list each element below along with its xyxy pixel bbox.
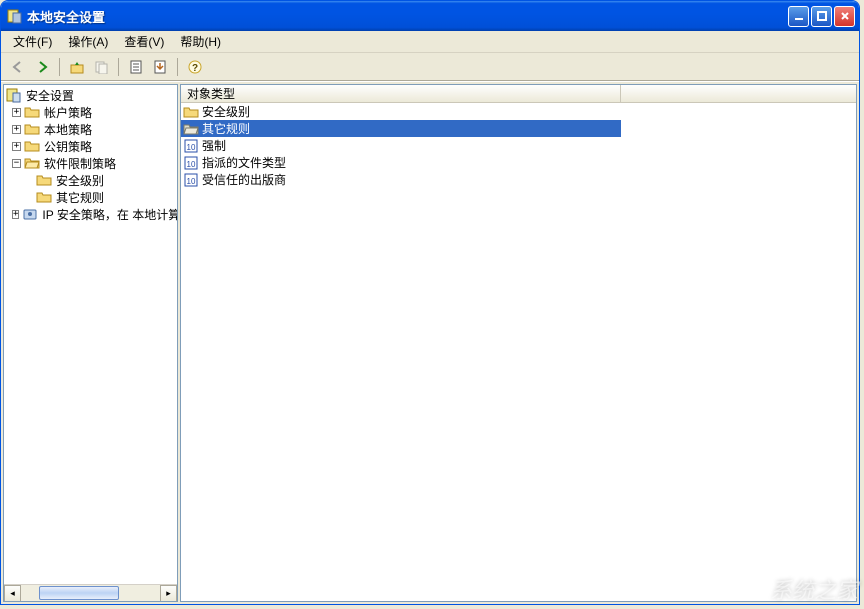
svg-text:10: 10	[187, 177, 196, 186]
folder-icon	[183, 104, 199, 120]
list-item-label: 安全级别	[202, 103, 250, 120]
separator	[118, 58, 119, 76]
scroll-track[interactable]	[21, 585, 160, 601]
menu-bar: 文件(F) 操作(A) 查看(V) 帮助(H)	[1, 31, 859, 53]
separator	[177, 58, 178, 76]
list-item-enforcement[interactable]: 10 强制	[181, 137, 856, 154]
up-button[interactable]	[66, 56, 88, 78]
export-button[interactable]	[149, 56, 171, 78]
separator	[59, 58, 60, 76]
svg-text:10: 10	[187, 160, 196, 169]
copy-button[interactable]	[90, 56, 112, 78]
scroll-right-button[interactable]: ▸	[160, 585, 177, 602]
tree-root[interactable]: 安全设置	[6, 87, 177, 103]
tree-item-label: 安全级别	[54, 172, 106, 189]
tree-panel: 安全设置 + 帐户策略 + 本地策略 + 公钥策略	[3, 84, 178, 602]
menu-action[interactable]: 操作(A)	[62, 31, 114, 52]
list-item-label: 受信任的出版商	[202, 171, 286, 188]
tree-item-label: 帐户策略	[42, 104, 94, 121]
tree-root-label: 安全设置	[24, 87, 76, 104]
tree-item-account-policies[interactable]: + 帐户策略	[6, 104, 177, 120]
forward-button[interactable]	[31, 56, 53, 78]
window-title: 本地安全设置	[27, 7, 788, 26]
list-body[interactable]: 安全级别 其它规则 10 强制 10 指派的文件类型 10 受信任的出版商	[181, 103, 856, 601]
app-icon	[7, 8, 23, 24]
help-button[interactable]: ?	[184, 56, 206, 78]
security-settings-icon	[6, 87, 22, 103]
expand-icon[interactable]: +	[12, 108, 21, 117]
folder-open-icon	[24, 155, 40, 171]
tree-item-label: 软件限制策略	[42, 155, 118, 172]
folder-open-icon	[183, 121, 199, 137]
tree-item-additional-rules[interactable]: 其它规则	[6, 189, 177, 205]
list-item-label: 其它规则	[202, 120, 250, 137]
folder-icon	[24, 121, 40, 137]
minimize-button[interactable]	[788, 6, 809, 27]
tree-item-local-policies[interactable]: + 本地策略	[6, 121, 177, 137]
expand-icon[interactable]: +	[12, 125, 21, 134]
tree-item-label: 本地策略	[42, 121, 94, 138]
tree-item-public-key-policies[interactable]: + 公钥策略	[6, 138, 177, 154]
horizontal-scrollbar[interactable]: ◂ ▸	[4, 584, 177, 601]
maximize-button[interactable]	[811, 6, 832, 27]
tree-item-label: 公钥策略	[42, 138, 94, 155]
tree-item-ip-security[interactable]: + IP 安全策略，在 本地计算机	[6, 206, 177, 222]
collapse-icon[interactable]: −	[12, 159, 21, 168]
expand-icon[interactable]: +	[12, 142, 21, 151]
list-panel: 对象类型 安全级别 其它规则 10 强制 10 指派的文件类型	[180, 84, 857, 602]
policy-icon: 10	[183, 172, 199, 188]
tree-item-label: IP 安全策略，在 本地计算机	[40, 206, 177, 223]
folder-icon	[24, 104, 40, 120]
column-header-object-type[interactable]: 对象类型	[181, 85, 621, 102]
policy-icon: 10	[183, 155, 199, 171]
folder-icon	[36, 172, 52, 188]
tree-item-security-levels[interactable]: 安全级别	[6, 172, 177, 188]
folder-icon	[36, 189, 52, 205]
tree-item-label: 其它规则	[54, 189, 106, 206]
tree-item-software-restriction[interactable]: − 软件限制策略	[6, 155, 177, 171]
properties-button[interactable]	[125, 56, 147, 78]
back-button[interactable]	[7, 56, 29, 78]
menu-file[interactable]: 文件(F)	[7, 31, 58, 52]
folder-icon	[24, 138, 40, 154]
expand-icon[interactable]: +	[12, 210, 19, 219]
svg-text:?: ?	[192, 63, 198, 74]
close-button[interactable]	[834, 6, 855, 27]
scroll-thumb[interactable]	[39, 586, 119, 600]
list-item-additional-rules[interactable]: 其它规则	[181, 120, 621, 137]
svg-text:10: 10	[187, 143, 196, 152]
list-header: 对象类型	[181, 85, 856, 103]
list-item-trusted-publishers[interactable]: 10 受信任的出版商	[181, 171, 856, 188]
tree-view[interactable]: 安全设置 + 帐户策略 + 本地策略 + 公钥策略	[4, 85, 177, 584]
menu-view[interactable]: 查看(V)	[118, 31, 170, 52]
list-item-label: 强制	[202, 137, 226, 154]
menu-help[interactable]: 帮助(H)	[174, 31, 227, 52]
scroll-left-button[interactable]: ◂	[4, 585, 21, 602]
list-item-label: 指派的文件类型	[202, 154, 286, 171]
list-item-security-levels[interactable]: 安全级别	[181, 103, 856, 120]
list-item-designated-file-types[interactable]: 10 指派的文件类型	[181, 154, 856, 171]
ipsec-icon	[22, 206, 38, 222]
toolbar: ?	[1, 53, 859, 81]
policy-icon: 10	[183, 138, 199, 154]
